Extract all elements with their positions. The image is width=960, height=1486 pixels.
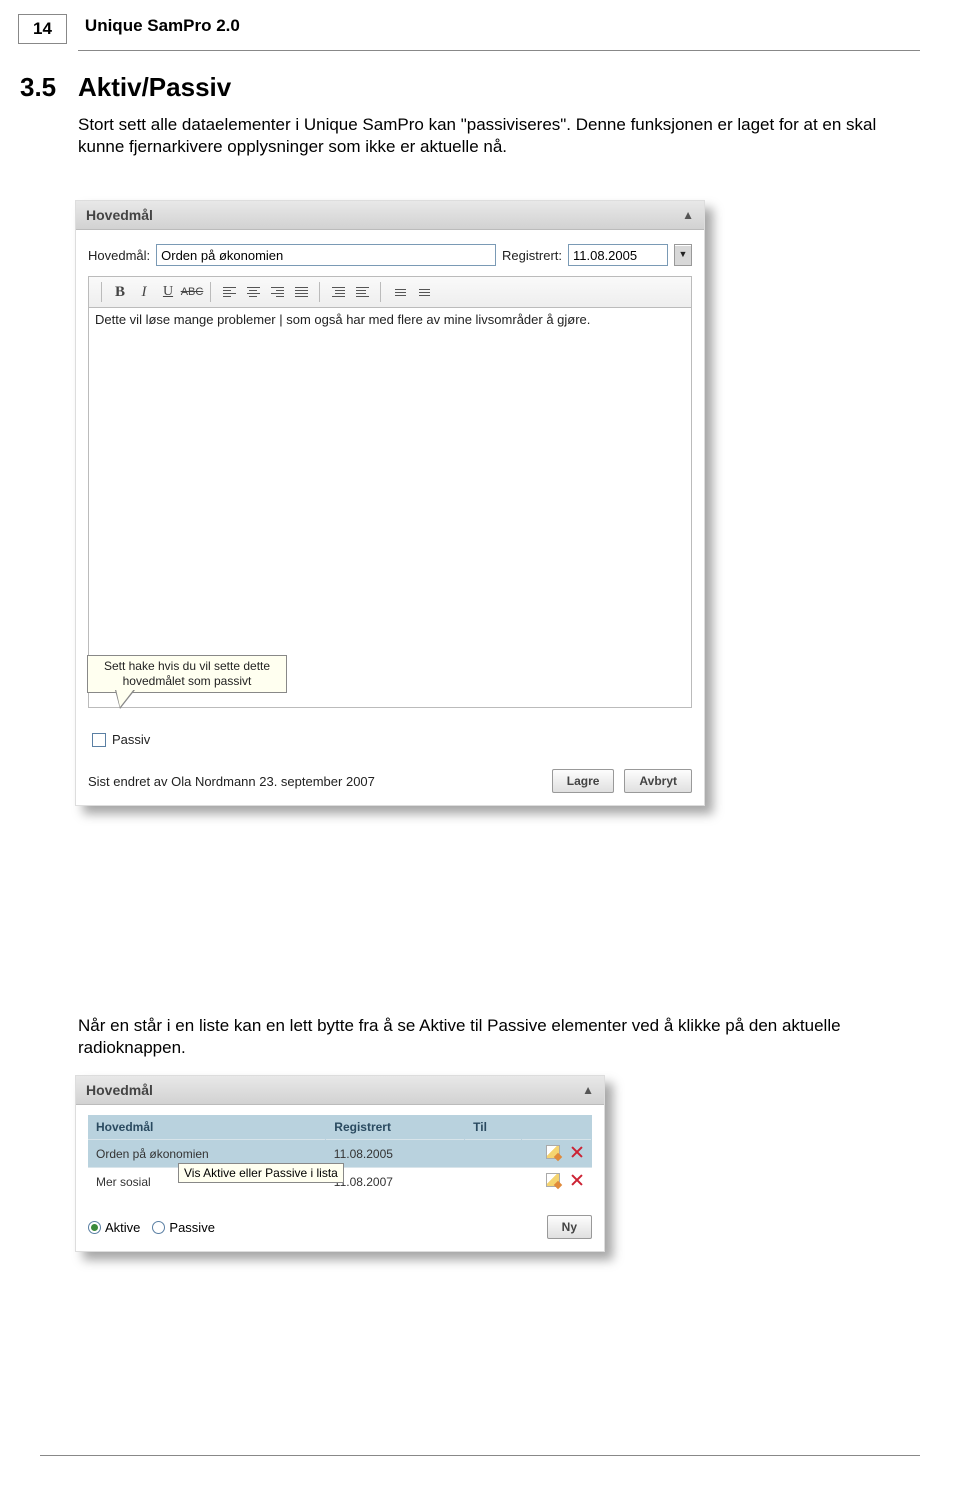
body-paragraph-1: Stort sett alle dataelementer i Unique S… bbox=[78, 114, 920, 158]
radio-passive[interactable] bbox=[152, 1221, 165, 1234]
radio-aktive[interactable] bbox=[88, 1221, 101, 1234]
align-justify-button[interactable] bbox=[289, 281, 313, 303]
panel-footer: Sist endret av Ola Nordmann 23. septembe… bbox=[76, 753, 704, 805]
panel-header[interactable]: Hovedmål ▲ bbox=[76, 201, 704, 230]
align-right-button[interactable] bbox=[265, 281, 289, 303]
new-button[interactable]: Ny bbox=[547, 1215, 592, 1239]
radio-passive-label: Passive bbox=[169, 1220, 215, 1235]
screenshot-hovedmal-list: Hovedmål ▲ Hovedmål Registrert Til Orden… bbox=[75, 1075, 605, 1252]
align-left-button[interactable] bbox=[217, 281, 241, 303]
doc-title: Unique SamPro 2.0 bbox=[85, 14, 240, 36]
number-list-button[interactable] bbox=[411, 281, 435, 303]
align-center-button[interactable] bbox=[241, 281, 265, 303]
bold-button[interactable]: B bbox=[108, 281, 132, 303]
cell-registrert: 11.08.2007 bbox=[326, 1168, 465, 1196]
edit-icon[interactable] bbox=[546, 1145, 560, 1159]
col-hovedmal[interactable]: Hovedmål bbox=[88, 1115, 326, 1140]
last-changed-status: Sist endret av Ola Nordmann 23. septembe… bbox=[88, 774, 542, 789]
richtext-content: Dette vil løse mange problemer | som ogs… bbox=[95, 312, 590, 327]
underline-button[interactable]: U bbox=[156, 281, 180, 303]
bullet-list-button[interactable] bbox=[387, 281, 411, 303]
passiv-row: Passiv bbox=[76, 708, 704, 753]
page-header: 14 Unique SamPro 2.0 bbox=[18, 14, 240, 44]
delete-icon[interactable] bbox=[570, 1173, 584, 1187]
cell-actions bbox=[522, 1140, 592, 1168]
table-header-row: Hovedmål Registrert Til bbox=[88, 1115, 592, 1140]
collapse-icon[interactable]: ▲ bbox=[682, 208, 694, 222]
registrert-label: Registrert: bbox=[502, 248, 562, 263]
form-row: Hovedmål: Registrert: ▼ bbox=[76, 230, 704, 276]
edit-icon[interactable] bbox=[546, 1173, 560, 1187]
col-actions bbox=[522, 1115, 592, 1140]
page-number: 14 bbox=[18, 14, 67, 44]
passiv-checkbox[interactable] bbox=[92, 733, 106, 747]
body-paragraph-2: Når en står i en liste kan en lett bytte… bbox=[78, 1015, 920, 1059]
panel2-body: Hovedmål Registrert Til Orden på økonomi… bbox=[76, 1105, 604, 1205]
registrert-input[interactable] bbox=[568, 244, 668, 266]
richtext-area[interactable]: Dette vil løse mange problemer | som ogs… bbox=[88, 308, 692, 708]
cancel-button[interactable]: Avbryt bbox=[624, 769, 692, 793]
delete-icon[interactable] bbox=[570, 1145, 584, 1159]
passiv-label: Passiv bbox=[112, 732, 150, 747]
section-title: Aktiv/Passiv bbox=[78, 72, 231, 103]
richtext-toolbar: B I U ABC bbox=[88, 276, 692, 308]
col-registrert[interactable]: Registrert bbox=[326, 1115, 465, 1140]
filter-row: Aktive Passive Ny bbox=[76, 1205, 604, 1251]
screenshot-hovedmal-form: Hovedmål ▲ Hovedmål: Registrert: ▼ B I U… bbox=[75, 200, 705, 806]
panel2-title: Hovedmål bbox=[86, 1082, 153, 1098]
col-til[interactable]: Til bbox=[465, 1115, 522, 1140]
header-rule bbox=[78, 50, 920, 51]
cell-registrert: 11.08.2005 bbox=[326, 1140, 465, 1168]
section-number: 3.5 bbox=[20, 72, 56, 103]
strike-button[interactable]: ABC bbox=[180, 281, 204, 303]
footer-rule bbox=[40, 1455, 920, 1456]
tooltip-filter-hint: Vis Aktive eller Passive i lista bbox=[178, 1163, 344, 1183]
collapse-icon[interactable]: ▲ bbox=[582, 1083, 594, 1097]
panel-title: Hovedmål bbox=[86, 207, 153, 223]
outdent-button[interactable] bbox=[326, 281, 350, 303]
indent-button[interactable] bbox=[350, 281, 374, 303]
italic-button[interactable]: I bbox=[132, 281, 156, 303]
hovedmal-label: Hovedmål: bbox=[88, 248, 150, 263]
panel2-header[interactable]: Hovedmål ▲ bbox=[76, 1076, 604, 1105]
tooltip-passiv-hint: Sett hake hvis du vil sette dette hovedm… bbox=[87, 655, 287, 693]
hovedmal-input[interactable] bbox=[156, 244, 496, 266]
cell-til bbox=[465, 1168, 522, 1196]
date-dropdown-button[interactable]: ▼ bbox=[674, 244, 692, 266]
cell-actions bbox=[522, 1168, 592, 1196]
cell-til bbox=[465, 1140, 522, 1168]
radio-aktive-label: Aktive bbox=[105, 1220, 140, 1235]
save-button[interactable]: Lagre bbox=[552, 769, 615, 793]
